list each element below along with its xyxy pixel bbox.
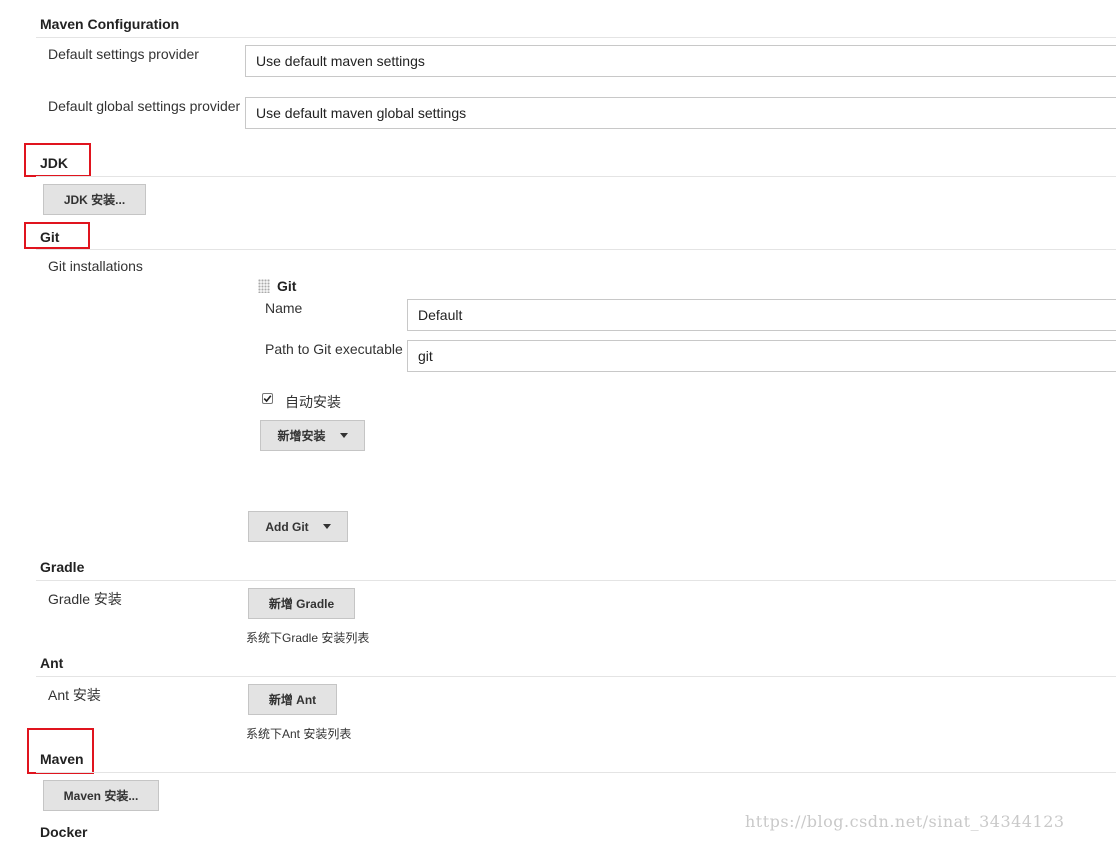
gradle-install-label: Gradle 安装 — [48, 591, 122, 607]
divider — [36, 772, 1116, 773]
git-installations-label: Git installations — [48, 258, 143, 274]
divider — [36, 176, 1116, 177]
divider — [36, 37, 1116, 38]
caret-down-icon — [339, 433, 348, 438]
default-settings-provider-label: Default settings provider — [48, 46, 199, 62]
default-settings-provider-select[interactable]: Use default maven settings — [245, 45, 1116, 77]
maven-install-button[interactable]: Maven 安装... — [43, 780, 159, 811]
divider — [36, 580, 1116, 581]
gradle-title: Gradle — [40, 559, 85, 575]
add-gradle-button[interactable]: 新增 Gradle — [248, 588, 355, 619]
auto-install-checkbox[interactable] — [262, 393, 273, 404]
default-global-settings-provider-label: Default global settings provider — [48, 98, 241, 114]
divider — [36, 676, 1116, 677]
git-name-label: Name — [265, 300, 303, 316]
gradle-help-text: 系统下Gradle 安装列表 — [246, 631, 370, 645]
add-installer-dropdown-button[interactable]: 新增安装 — [260, 420, 365, 451]
default-global-settings-provider-select[interactable]: Use default maven global settings — [245, 97, 1116, 129]
git-title: Git — [40, 229, 60, 245]
docker-title: Docker — [40, 824, 88, 840]
divider — [36, 249, 1116, 250]
git-path-label: Path to Git executable — [265, 341, 403, 357]
git-path-value: git — [418, 348, 433, 364]
watermark-text: https://blog.csdn.net/sinat_34344123 — [745, 812, 1065, 831]
ant-title: Ant — [40, 655, 64, 671]
jdk-title: JDK — [40, 155, 69, 171]
add-installer-button-label: 新增安装 — [277, 429, 326, 443]
checkmark-icon — [263, 395, 272, 403]
maven-configuration-title: Maven Configuration — [40, 16, 180, 32]
caret-down-icon — [322, 524, 331, 529]
git-installation-title: Git — [277, 278, 297, 294]
ant-help-text: 系统下Ant 安装列表 — [246, 727, 352, 741]
default-global-settings-provider-value: Use default maven global settings — [256, 105, 467, 121]
default-settings-provider-value: Use default maven settings — [256, 53, 425, 69]
jdk-install-button[interactable]: JDK 安装... — [43, 184, 146, 215]
add-git-dropdown-button[interactable]: Add Git — [248, 511, 348, 542]
git-path-input[interactable]: git — [407, 340, 1116, 372]
auto-install-label: 自动安装 — [285, 394, 341, 410]
ant-install-label: Ant 安装 — [48, 687, 101, 703]
add-ant-button[interactable]: 新增 Ant — [248, 684, 337, 715]
git-name-value: Default — [418, 307, 463, 323]
add-git-button-label: Add Git — [265, 519, 309, 534]
maven-title: Maven — [40, 751, 84, 767]
git-name-input[interactable]: Default — [407, 299, 1116, 331]
drag-handle-icon[interactable] — [258, 279, 270, 293]
